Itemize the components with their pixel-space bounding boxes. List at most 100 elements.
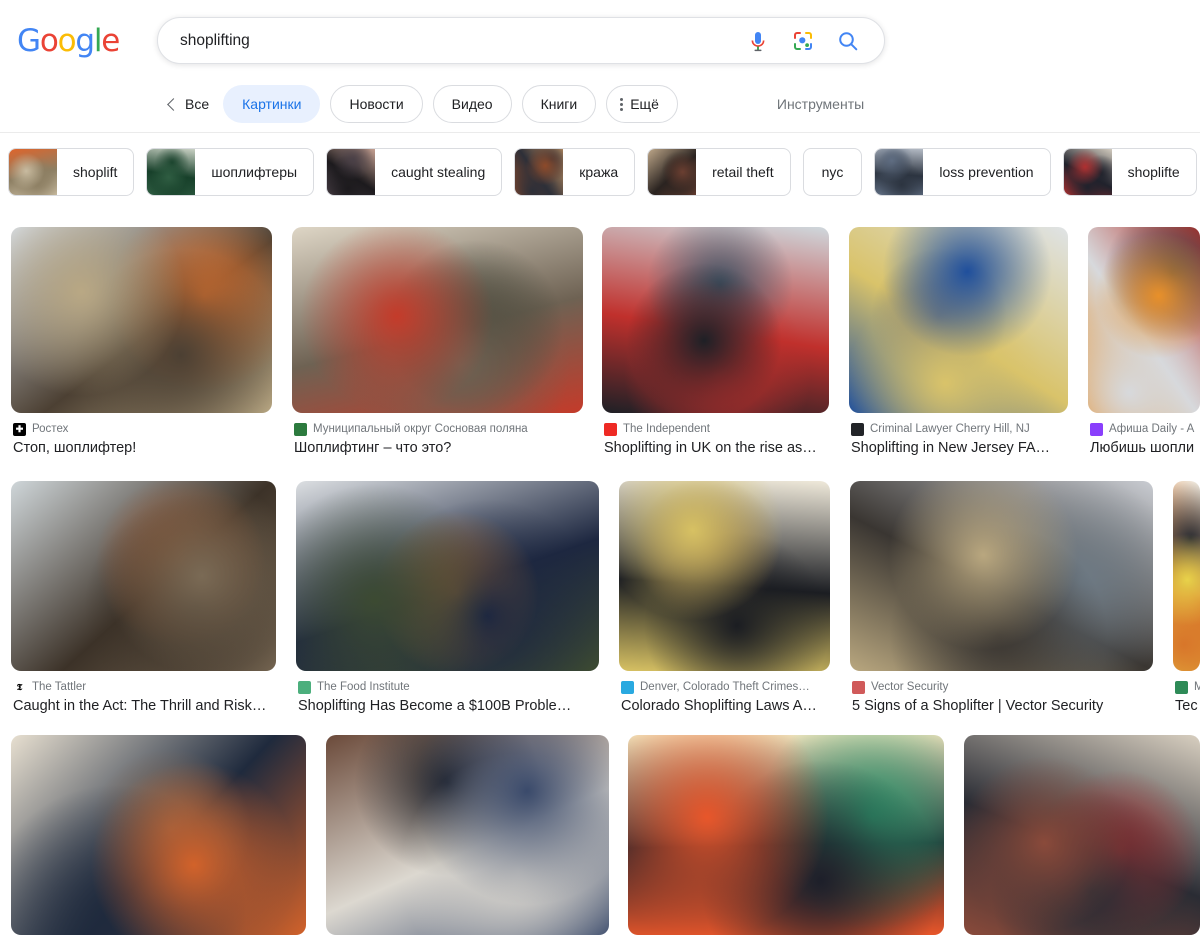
result-title[interactable]: 5 Signs of a Shoplifter | Vector Securit… xyxy=(852,697,1153,716)
result-title[interactable]: Caught in the Act: The Thrill and Risk… xyxy=(13,697,276,716)
result-thumbnail[interactable] xyxy=(850,481,1153,671)
tab-video[interactable]: Видео xyxy=(432,85,512,123)
result-source: 𝕿 The Tattler xyxy=(13,680,276,694)
result-meta: Denver, Colorado Theft Crimes… Colorado S… xyxy=(619,680,830,716)
result-thumbnail[interactable] xyxy=(849,227,1068,413)
result-meta: Муниципальный округ Сосновая поляна Шопли… xyxy=(292,422,583,458)
search-input[interactable] xyxy=(158,31,746,50)
result-meta: 𝕿 The Tattler Caught in the Act: The Thril… xyxy=(11,680,276,716)
result-thumbnail[interactable] xyxy=(628,735,944,935)
image-result-tile[interactable]: The Independent Shoplifting in UK on the … xyxy=(602,227,829,458)
result-title[interactable]: Стоп, шоплифтер! xyxy=(13,439,272,458)
image-result-tile[interactable]: The Telegraph xyxy=(326,735,609,943)
search-nav: Все Картинки Новости Видео Книги Ещё Инс… xyxy=(0,83,1200,125)
result-source: Афиша Daily - A xyxy=(1090,422,1200,436)
related-search-thumbnail xyxy=(327,148,376,195)
related-search-chip[interactable]: retail theft xyxy=(647,147,791,196)
related-search-chip[interactable]: loss prevention xyxy=(874,147,1051,196)
image-result-tile[interactable]: S xyxy=(964,735,1200,943)
image-result-tile[interactable]: F xyxy=(11,735,306,943)
tab-more-label: Ещё xyxy=(630,96,659,112)
related-search-chip[interactable]: shoplifte xyxy=(1062,147,1197,196)
tab-more[interactable]: Ещё xyxy=(606,85,678,123)
result-source: The Independent xyxy=(604,422,829,436)
result-thumbnail[interactable] xyxy=(964,735,1200,935)
tab-books[interactable]: Книги xyxy=(521,85,597,123)
image-result-tile[interactable]: Афиша Daily - A Любишь шопли xyxy=(1088,227,1200,458)
result-source: The Food Institute xyxy=(298,680,599,694)
image-result-tile[interactable]: Vector Security 5 Signs of a Shoplifter |… xyxy=(850,481,1153,716)
source-name: The Independent xyxy=(623,423,710,435)
google-lens-icon[interactable] xyxy=(791,29,815,53)
image-result-tile[interactable]: ✚ Ростех Стоп, шоплифтер! xyxy=(11,227,272,458)
result-title[interactable]: Shoplifting in New Jersey FA… xyxy=(851,439,1068,458)
source-favicon-icon xyxy=(1090,422,1103,436)
result-thumbnail[interactable] xyxy=(326,735,609,935)
page-header: Google shoplifting Все Картинки Новости … xyxy=(0,0,1200,133)
google-logo[interactable]: Google xyxy=(17,23,120,59)
image-result-tile[interactable]: Criminal Lawyer Cherry Hill, NJ Shoplifti… xyxy=(849,227,1068,458)
related-search-chip[interactable]: шоплифтеры xyxy=(146,147,315,196)
tools-button[interactable]: Инструменты xyxy=(777,96,864,112)
image-results-grid: ✚ Ростех Стоп, шоплифтер! Муниципальный окр… xyxy=(0,216,1200,943)
source-favicon-icon xyxy=(604,422,617,436)
result-thumbnail[interactable] xyxy=(296,481,599,671)
result-thumbnail[interactable] xyxy=(292,227,583,413)
result-title[interactable]: Шоплифтинг – что это? xyxy=(294,439,583,458)
result-source: Vector Security xyxy=(852,680,1153,694)
image-result-tile[interactable]: Denver, Colorado Theft Crimes… Colorado S… xyxy=(619,481,830,716)
source-name: Denver, Colorado Theft Crimes… xyxy=(640,681,810,693)
source-name: М xyxy=(1194,681,1200,693)
search-actions xyxy=(746,29,884,53)
source-favicon-icon: ✚ xyxy=(13,422,26,436)
result-title[interactable]: Любишь шопли xyxy=(1090,439,1200,458)
related-search-label: retail theft xyxy=(712,163,774,180)
related-search-chip[interactable]: caught stealing xyxy=(326,147,503,196)
microphone-icon[interactable] xyxy=(746,29,770,53)
source-favicon-icon xyxy=(621,680,634,694)
result-thumbnail[interactable] xyxy=(1088,227,1200,413)
related-search-chip[interactable]: shoplift xyxy=(8,147,135,196)
tab-images[interactable]: Картинки xyxy=(223,85,321,123)
related-search-label: shoplift xyxy=(73,163,118,180)
result-thumbnail[interactable] xyxy=(11,735,306,935)
tab-label: Картинки xyxy=(242,96,302,112)
result-title[interactable]: Colorado Shoplifting Laws A… xyxy=(621,697,830,716)
source-favicon-icon xyxy=(852,680,865,694)
result-title[interactable]: Shoplifting in UK on the rise as… xyxy=(604,439,829,458)
result-source: Муниципальный округ Сосновая поляна xyxy=(294,422,583,436)
result-title[interactable]: Shoplifting Has Become a $100B Proble… xyxy=(298,697,599,716)
related-search-label: loss prevention xyxy=(939,163,1034,180)
tab-label: Видео xyxy=(451,96,493,112)
tab-label: Книги xyxy=(540,96,578,112)
result-meta: The Independent Shoplifting in UK on the … xyxy=(602,422,829,458)
related-search-thumbnail xyxy=(515,148,564,195)
result-thumbnail[interactable] xyxy=(1173,481,1200,671)
image-result-tile[interactable]: М Tec xyxy=(1173,481,1200,716)
result-meta: М Tec xyxy=(1173,680,1200,716)
logo-letter: e xyxy=(101,23,120,59)
result-thumbnail[interactable] xyxy=(619,481,830,671)
search-icon[interactable] xyxy=(836,29,860,53)
result-meta: ✚ Ростех Стоп, шоплифтер! xyxy=(11,422,272,458)
source-favicon-icon xyxy=(1175,680,1188,694)
result-thumbnail[interactable] xyxy=(602,227,829,413)
result-source: М xyxy=(1175,680,1200,694)
related-search-chip[interactable]: кража xyxy=(514,147,636,196)
search-box[interactable] xyxy=(157,17,885,64)
image-result-tile[interactable]: The New York Times xyxy=(628,735,944,943)
result-source: ✚ Ростех xyxy=(13,422,272,436)
related-searches-bar[interactable]: shoplift шоплифтеры caught stealing кража re… xyxy=(0,134,1200,209)
result-thumbnail[interactable] xyxy=(11,227,272,413)
image-result-tile[interactable]: Муниципальный округ Сосновая поляна Шопли… xyxy=(292,227,583,458)
nav-back-all[interactable]: Все xyxy=(167,96,213,112)
image-result-tile[interactable]: 𝕿 The Tattler Caught in the Act: The Thril… xyxy=(11,481,276,716)
result-title[interactable]: Tec xyxy=(1175,697,1200,716)
source-name: The Food Institute xyxy=(317,681,410,693)
result-source: Denver, Colorado Theft Crimes… xyxy=(621,680,830,694)
image-result-tile[interactable]: The Food Institute Shoplifting Has Become… xyxy=(296,481,599,716)
more-dots-icon xyxy=(620,97,624,111)
tab-news[interactable]: Новости xyxy=(330,85,423,123)
related-search-chip[interactable]: nyc xyxy=(802,147,863,196)
result-thumbnail[interactable] xyxy=(11,481,276,671)
